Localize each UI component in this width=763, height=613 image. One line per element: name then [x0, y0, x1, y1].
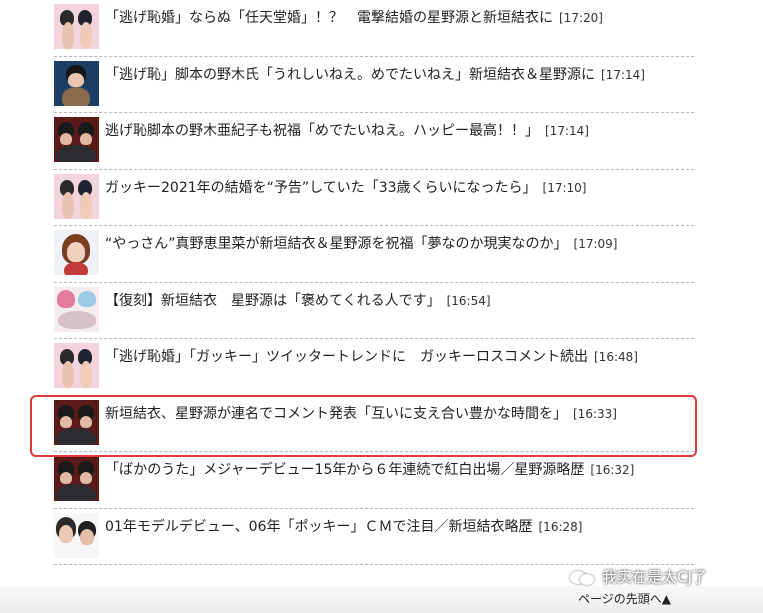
- news-link[interactable]: “やっさん”真野恵里菜が新垣結衣＆星野源を祝福「夢なのか現実なのか」 [17:09…: [105, 235, 694, 253]
- news-thumbnail[interactable]: [54, 286, 99, 332]
- news-title[interactable]: 「逃げ恥」脚本の野木氏「うれしいねえ。めでたいねえ」新垣結衣＆星野源に: [105, 67, 595, 83]
- news-time: [17:20]: [559, 11, 603, 25]
- news-thumbnail[interactable]: [54, 173, 99, 219]
- news-time: [16:32]: [590, 463, 635, 477]
- news-link[interactable]: 「逃げ恥」脚本の野木氏「うれしいねえ。めでたいねえ」新垣結衣＆星野源に [17:1…: [105, 66, 694, 84]
- news-link[interactable]: 逃げ恥脚本の野木亜紀子も祝福「めでたいねえ。ハッピー最高！！」 [17:14]: [105, 122, 694, 140]
- news-title[interactable]: 逃げ恥脚本の野木亜紀子も祝福「めでたいねえ。ハッピー最高！！」: [105, 123, 539, 139]
- news-thumbnail[interactable]: [54, 230, 99, 275]
- news-list: 「逃げ恥婚」ならぬ「任天堂婚」！？ 電撃結婚の星野源と新垣結衣に [17:20] 「…: [54, 0, 694, 565]
- page-top-link[interactable]: ページの先頭へ▲: [578, 590, 671, 607]
- news-thumbnail[interactable]: [54, 399, 99, 445]
- news-time: [16:48]: [594, 350, 638, 364]
- news-time: [16:33]: [573, 406, 617, 421]
- news-title[interactable]: “やっさん”真野恵里菜が新垣結衣＆星野源を祝福「夢なのか現実なのか」: [105, 236, 568, 252]
- news-title[interactable]: 【復刻】新垣結衣 星野源は「褒めてくれる人です」: [105, 293, 441, 309]
- news-link[interactable]: 「逃げ恥婚」ならぬ「任天堂婚」！？ 電撃結婚の星野源と新垣結衣に [17:20]: [105, 9, 694, 27]
- news-time: [17:10]: [542, 180, 587, 195]
- news-item[interactable]: 「逃げ恥婚」ならぬ「任天堂婚」！？ 電撃結婚の星野源と新垣結衣に [17:20]: [54, 0, 694, 57]
- news-item[interactable]: 【復刻】新垣結衣 星野源は「褒めてくれる人です」 [16:54]: [54, 283, 694, 339]
- news-item[interactable]: ガッキー2021年の結婚を“予告”していた「33歳くらいになったら」 [17:10…: [54, 170, 694, 226]
- news-link[interactable]: 「逃げ恥婚」「ガッキー」ツイッタートレンドに ガッキーロスコメント続出 [16:4…: [105, 348, 694, 366]
- news-item[interactable]: 「逃げ恥」脚本の野木氏「うれしいねえ。めでたいねえ」新垣結衣＆星野源に [17:1…: [54, 57, 694, 113]
- news-title[interactable]: 01年モデルデビュー、06年「ポッキー」ＣＭで注目／新垣結衣略歴: [105, 519, 533, 535]
- news-title[interactable]: ガッキー2021年の結婚を“予告”していた「33歳くらいになったら」: [105, 180, 537, 196]
- news-link[interactable]: 01年モデルデビュー、06年「ポッキー」ＣＭで注目／新垣結衣略歴 [16:28]: [105, 518, 694, 536]
- news-item[interactable]: 「逃げ恥婚」「ガッキー」ツイッタートレンドに ガッキーロスコメント続出 [16:4…: [54, 339, 694, 396]
- news-thumbnail[interactable]: [54, 4, 99, 49]
- news-link[interactable]: 新垣結衣、星野源が連名でコメント発表「互いに支え合い豊かな時間を」 [16:33]: [105, 405, 694, 423]
- news-time: [16:28]: [538, 519, 583, 534]
- watermark-text: 我实在是太CJ了: [602, 568, 707, 586]
- news-time: [17:09]: [573, 237, 618, 251]
- news-title[interactable]: 「逃げ恥婚」ならぬ「任天堂婚」！？ 電撃結婚の星野源と新垣結衣に: [105, 10, 553, 26]
- news-title[interactable]: 「逃げ恥婚」「ガッキー」ツイッタートレンドに ガッキーロスコメント続出: [105, 349, 588, 365]
- news-thumbnail[interactable]: [54, 456, 99, 501]
- news-link[interactable]: ガッキー2021年の結婚を“予告”していた「33歳くらいになったら」 [17:10…: [105, 179, 694, 197]
- news-item[interactable]: 「ばかのうた」メジャーデビュー15年から６年連続で紅白出場／星野源略歴 [16:3…: [54, 452, 694, 509]
- news-time: [17:14]: [601, 67, 645, 82]
- news-thumbnail[interactable]: [54, 512, 99, 558]
- news-link[interactable]: 「ばかのうた」メジャーデビュー15年から６年連続で紅白出場／星野源略歴 [16:3…: [105, 461, 694, 479]
- news-link[interactable]: 【復刻】新垣結衣 星野源は「褒めてくれる人です」 [16:54]: [105, 292, 694, 310]
- news-time: [16:54]: [446, 293, 491, 308]
- news-item[interactable]: 逃げ恥脚本の野木亜紀子も祝福「めでたいねえ。ハッピー最高！！」 [17:14]: [54, 113, 694, 170]
- news-time: [17:14]: [545, 124, 589, 138]
- news-title[interactable]: 新垣結衣、星野源が連名でコメント発表「互いに支え合い豊かな時間を」: [105, 406, 567, 422]
- news-title[interactable]: 「ばかのうた」メジャーデビュー15年から６年連続で紅白出場／星野源略歴: [105, 462, 584, 478]
- news-item[interactable]: 新垣結衣、星野源が連名でコメント発表「互いに支え合い豊かな時間を」 [16:33]: [54, 396, 694, 452]
- news-item[interactable]: 01年モデルデビュー、06年「ポッキー」ＣＭで注目／新垣結衣略歴 [16:28]: [54, 509, 694, 565]
- watermark: 我实在是太CJ了: [570, 566, 707, 587]
- news-thumbnail[interactable]: [54, 60, 99, 106]
- news-thumbnail[interactable]: [54, 343, 99, 388]
- news-thumbnail[interactable]: [54, 117, 99, 162]
- wechat-icon: [570, 569, 596, 585]
- news-item[interactable]: “やっさん”真野恵里菜が新垣結衣＆星野源を祝福「夢なのか現実なのか」 [17:09…: [54, 226, 694, 283]
